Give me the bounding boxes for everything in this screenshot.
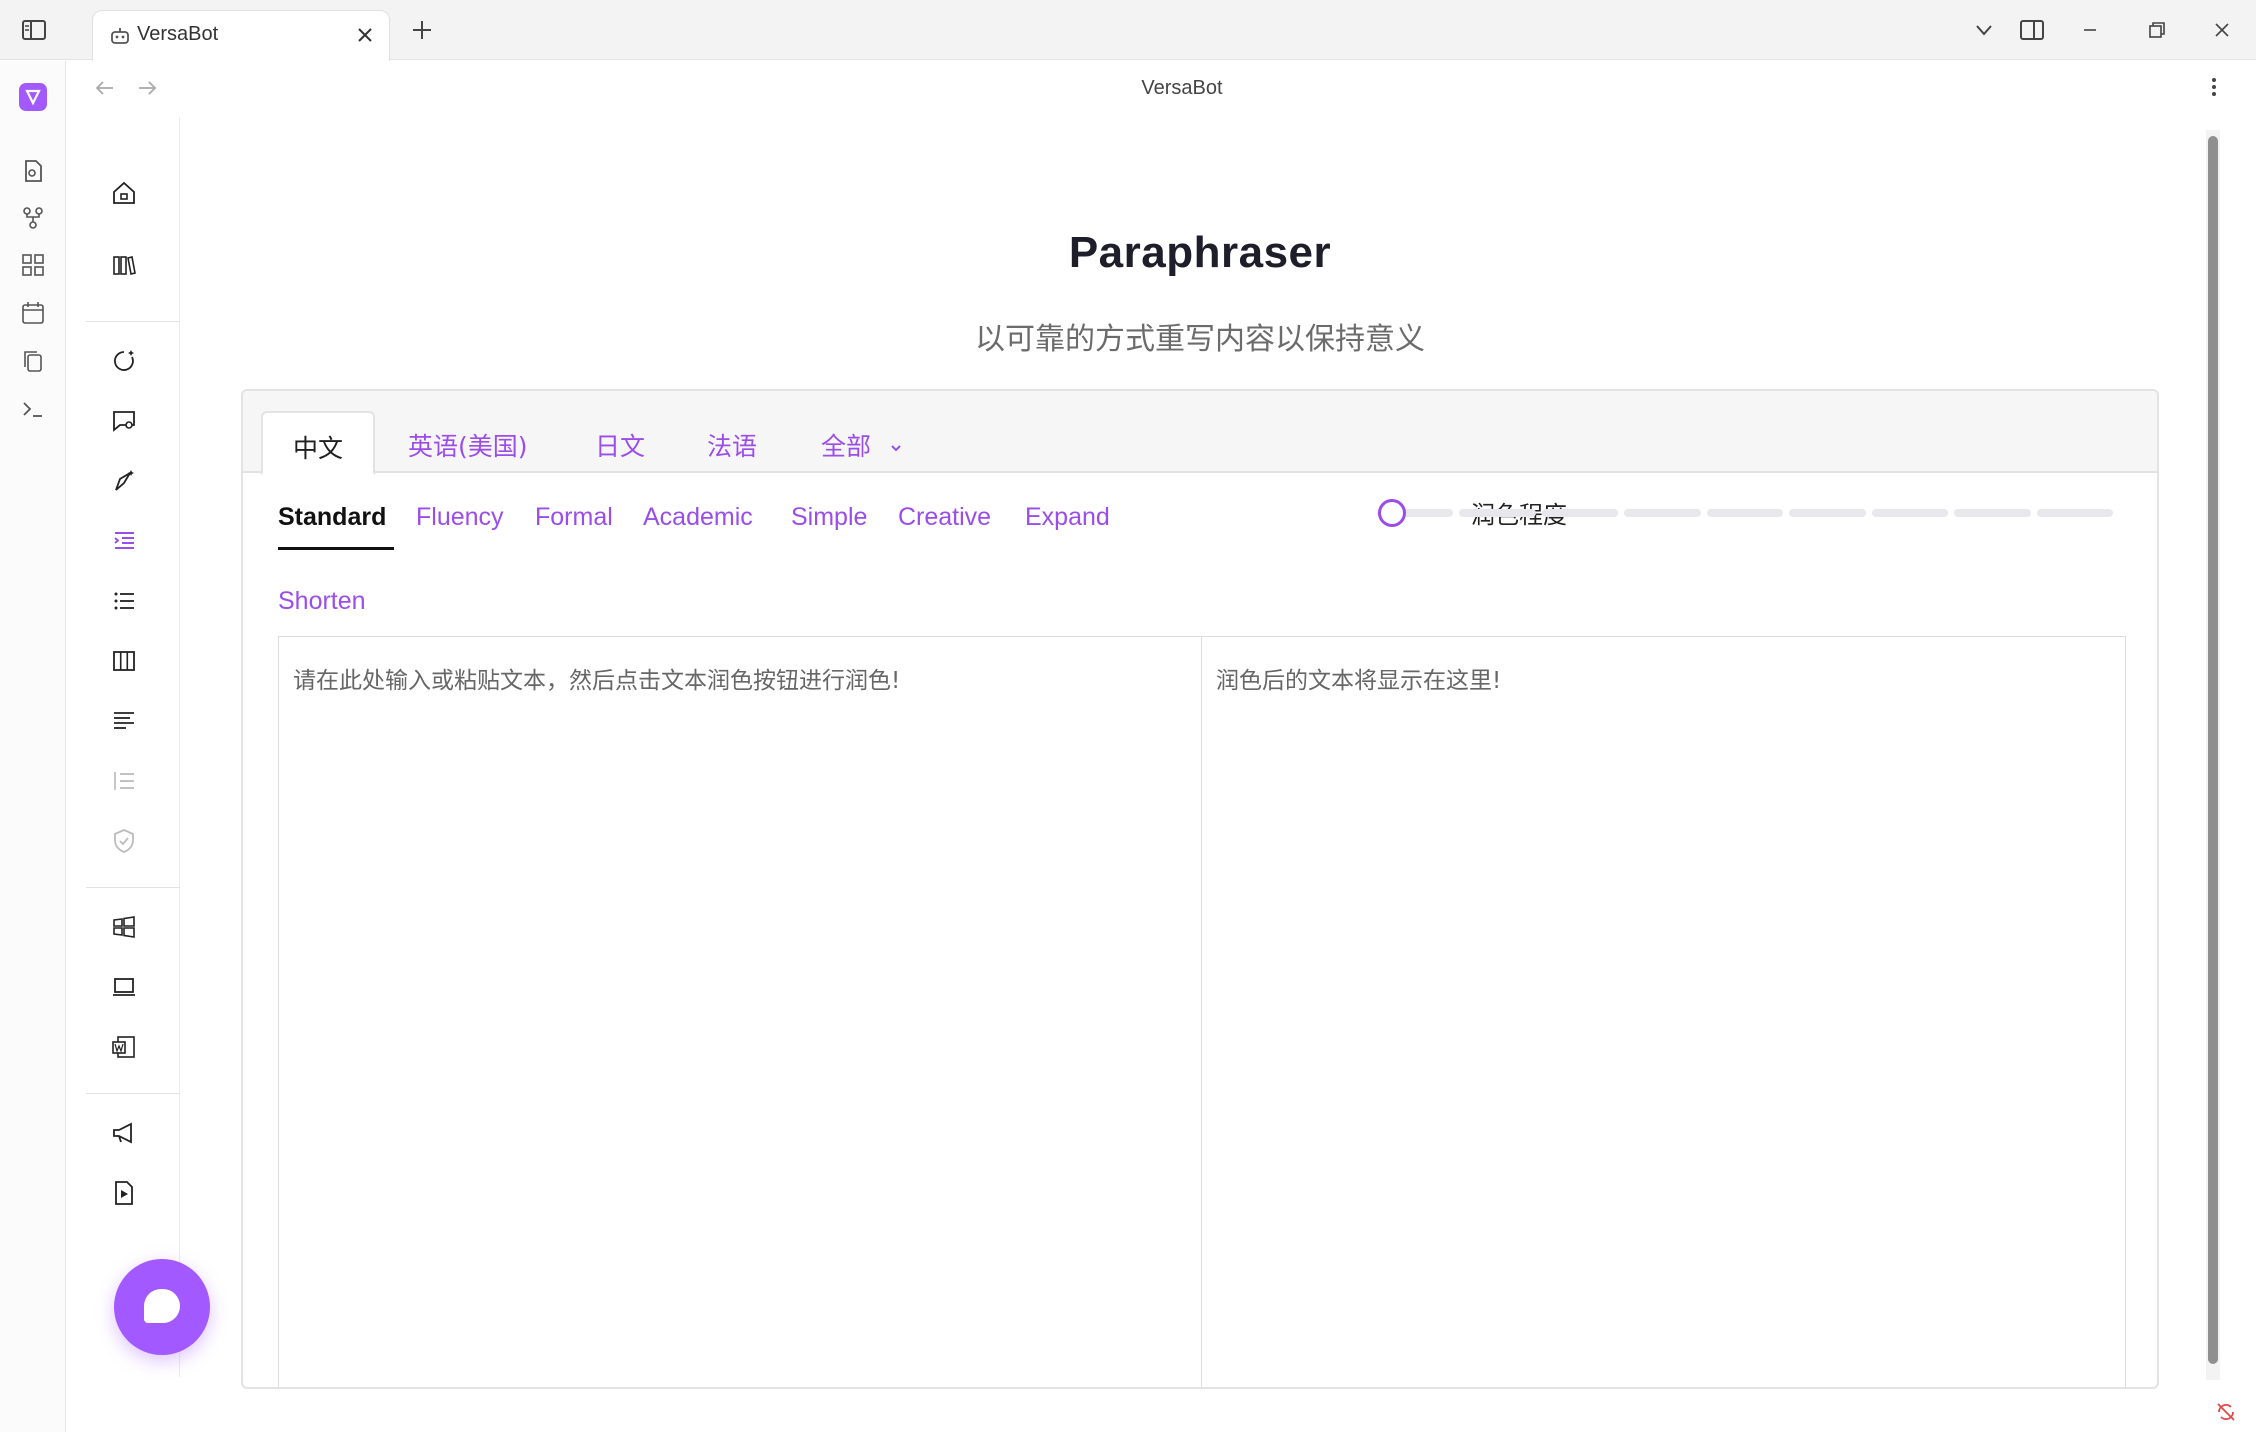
word-file-icon[interactable] (110, 1033, 138, 1061)
browser-tab[interactable]: VersaBot (92, 10, 390, 61)
slider-segment[interactable] (1624, 509, 1701, 517)
tab-label: 全部 (821, 432, 872, 461)
slider-segment[interactable] (2036, 509, 2113, 517)
shield-check-icon[interactable] (110, 827, 138, 855)
input-placeholder: 请在此处输入或粘贴文本，然后点击文本润色按钮进行润色! (293, 668, 901, 694)
slider-segment[interactable] (1541, 509, 1619, 517)
tab-japanese[interactable]: 日文 (595, 411, 645, 473)
minimize-icon[interactable] (2076, 16, 2104, 44)
tab-label: 英语(美国) (408, 432, 528, 461)
tab-french[interactable]: 法语 (707, 411, 757, 473)
mode-formal[interactable]: Formal (535, 503, 613, 532)
laptop-icon[interactable] (110, 973, 138, 1001)
sidebar-toggle-icon[interactable] (20, 16, 48, 44)
megaphone-icon[interactable] (110, 1119, 138, 1147)
chat-fab-button[interactable] (114, 1259, 210, 1355)
degree-slider[interactable] (1377, 509, 2113, 517)
workflow-icon[interactable] (19, 204, 47, 232)
mode-standard[interactable]: Standard (278, 503, 386, 532)
mode-fluency[interactable]: Fluency (416, 503, 504, 532)
bot-icon (111, 28, 129, 44)
page-title: Paraphraser (1068, 228, 1332, 277)
browser-rail (0, 61, 66, 1432)
sidebar-divider (86, 887, 180, 888)
chevron-down-icon (891, 445, 901, 452)
app-sidebar (66, 117, 180, 1377)
scrollbar-thumb[interactable] (2208, 136, 2218, 1364)
output-placeholder: 润色后的文本将显示在这里! (1216, 668, 1502, 694)
home-icon[interactable] (110, 179, 138, 207)
plus-icon[interactable] (408, 16, 436, 44)
library-icon[interactable] (110, 251, 138, 279)
close-icon[interactable] (353, 23, 377, 47)
mode-shorten[interactable]: Shorten (278, 587, 366, 616)
copy-icon[interactable] (19, 347, 47, 375)
ai-chat-icon[interactable] (110, 347, 138, 375)
tab-title: VersaBot (137, 23, 219, 45)
output-area: 润色后的文本将显示在这里! (1202, 637, 2125, 1387)
chat-bubble-icon (144, 1289, 180, 1323)
windows-logo-icon[interactable] (110, 913, 138, 941)
mode-academic[interactable]: Academic (643, 503, 753, 532)
restore-icon[interactable] (2142, 16, 2170, 44)
tab-english-us[interactable]: 英语(美国) (408, 411, 528, 473)
more-vertical-icon[interactable] (2200, 73, 2228, 101)
language-tabs: 中文 英语(美国) 日文 法语 全部 (243, 391, 2157, 475)
mode-simple[interactable]: Simple (791, 503, 867, 532)
align-left-icon[interactable] (110, 707, 138, 735)
page-subtitle: 以可靠的方式重写内容以保持意义 (975, 322, 1425, 357)
input-textarea[interactable]: 请在此处输入或粘贴文本，然后点击文本润色按钮进行润色! (279, 637, 1202, 1387)
terminal-icon[interactable] (19, 395, 47, 423)
apps-grid-icon[interactable] (19, 251, 47, 279)
slider-segment[interactable] (1871, 509, 1949, 517)
document-search-icon[interactable] (19, 157, 47, 185)
slider-segment[interactable] (1789, 509, 1866, 517)
paraphrase-icon[interactable] (110, 527, 138, 555)
slider-segment[interactable] (1706, 509, 1784, 517)
page-title-bar: VersaBot (1141, 77, 1223, 99)
mode-expand[interactable]: Expand (1025, 503, 1110, 532)
address-row: VersaBot (66, 61, 2256, 117)
columns-icon[interactable] (110, 647, 138, 675)
editor-panes: 请在此处输入或粘贴文本，然后点击文本润色按钮进行润色! 润色后的文本将显示在这里… (278, 636, 2126, 1387)
list-icon[interactable] (110, 587, 138, 615)
paraphraser-card: 中文 英语(美国) 日文 法语 全部 Standard Fluency Form… (241, 389, 2159, 1389)
title-bar: VersaBot (0, 0, 2256, 61)
window-close-icon[interactable] (2208, 16, 2236, 44)
calendar-icon[interactable] (19, 299, 47, 327)
outline-list-icon[interactable] (110, 767, 138, 795)
tab-all-languages[interactable]: 全部 (821, 411, 903, 473)
video-file-icon[interactable] (110, 1179, 138, 1207)
degree-slider-handle[interactable] (1378, 499, 1406, 527)
split-view-icon[interactable] (2018, 16, 2046, 44)
tab-label: 法语 (707, 432, 758, 461)
mode-creative[interactable]: Creative (898, 503, 991, 532)
app-logo-icon[interactable] (19, 83, 47, 111)
mode-active-underline (278, 547, 394, 550)
pen-nib-icon[interactable] (110, 467, 138, 495)
slider-segment[interactable] (1954, 509, 2031, 517)
slider-segment[interactable] (1459, 509, 1536, 517)
chevron-down-icon[interactable] (1970, 16, 1998, 44)
tab-label: 中文 (293, 434, 344, 463)
sync-off-icon[interactable] (2214, 1400, 2238, 1424)
sidebar-divider (86, 321, 180, 322)
tab-label: 日文 (595, 432, 646, 461)
chat-search-icon[interactable] (110, 407, 138, 435)
tab-chinese[interactable]: 中文 (261, 411, 376, 475)
sidebar-divider (86, 1093, 180, 1094)
